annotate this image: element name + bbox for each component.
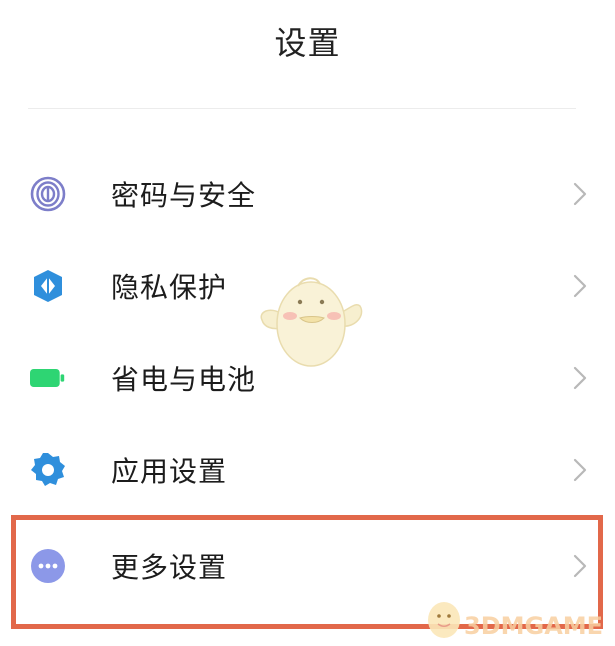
settings-item-label: 密码与安全 [111,179,257,212]
chevron-right-icon [568,456,592,484]
chevron-right-icon [568,272,592,300]
page-title: 设置 [274,24,341,62]
gear-icon [30,452,66,488]
watermark-text: 3DMGAME [464,612,604,640]
battery-icon [30,360,66,396]
settings-item-label: 省电与电池 [111,363,257,396]
fingerprint-icon [30,176,66,212]
settings-item-label: 应用设置 [111,455,228,488]
mascot-logo-icon [428,602,460,638]
chevron-right-icon [568,364,592,392]
settings-item-app-settings[interactable]: 应用设置 [0,424,615,516]
mascot-watermark-image [256,272,366,372]
chevron-right-icon [568,180,592,208]
header-divider [28,108,576,109]
settings-screen: 设置 密码与安全 隐私保护 省电与电池 应用设置 更多设置 3DMGAME [0,0,615,646]
privacy-shield-icon [30,268,66,304]
settings-item-password-security[interactable]: 密码与安全 [0,148,615,240]
site-watermark: 3DMGAME [420,592,615,642]
settings-item-label: 隐私保护 [111,271,228,304]
